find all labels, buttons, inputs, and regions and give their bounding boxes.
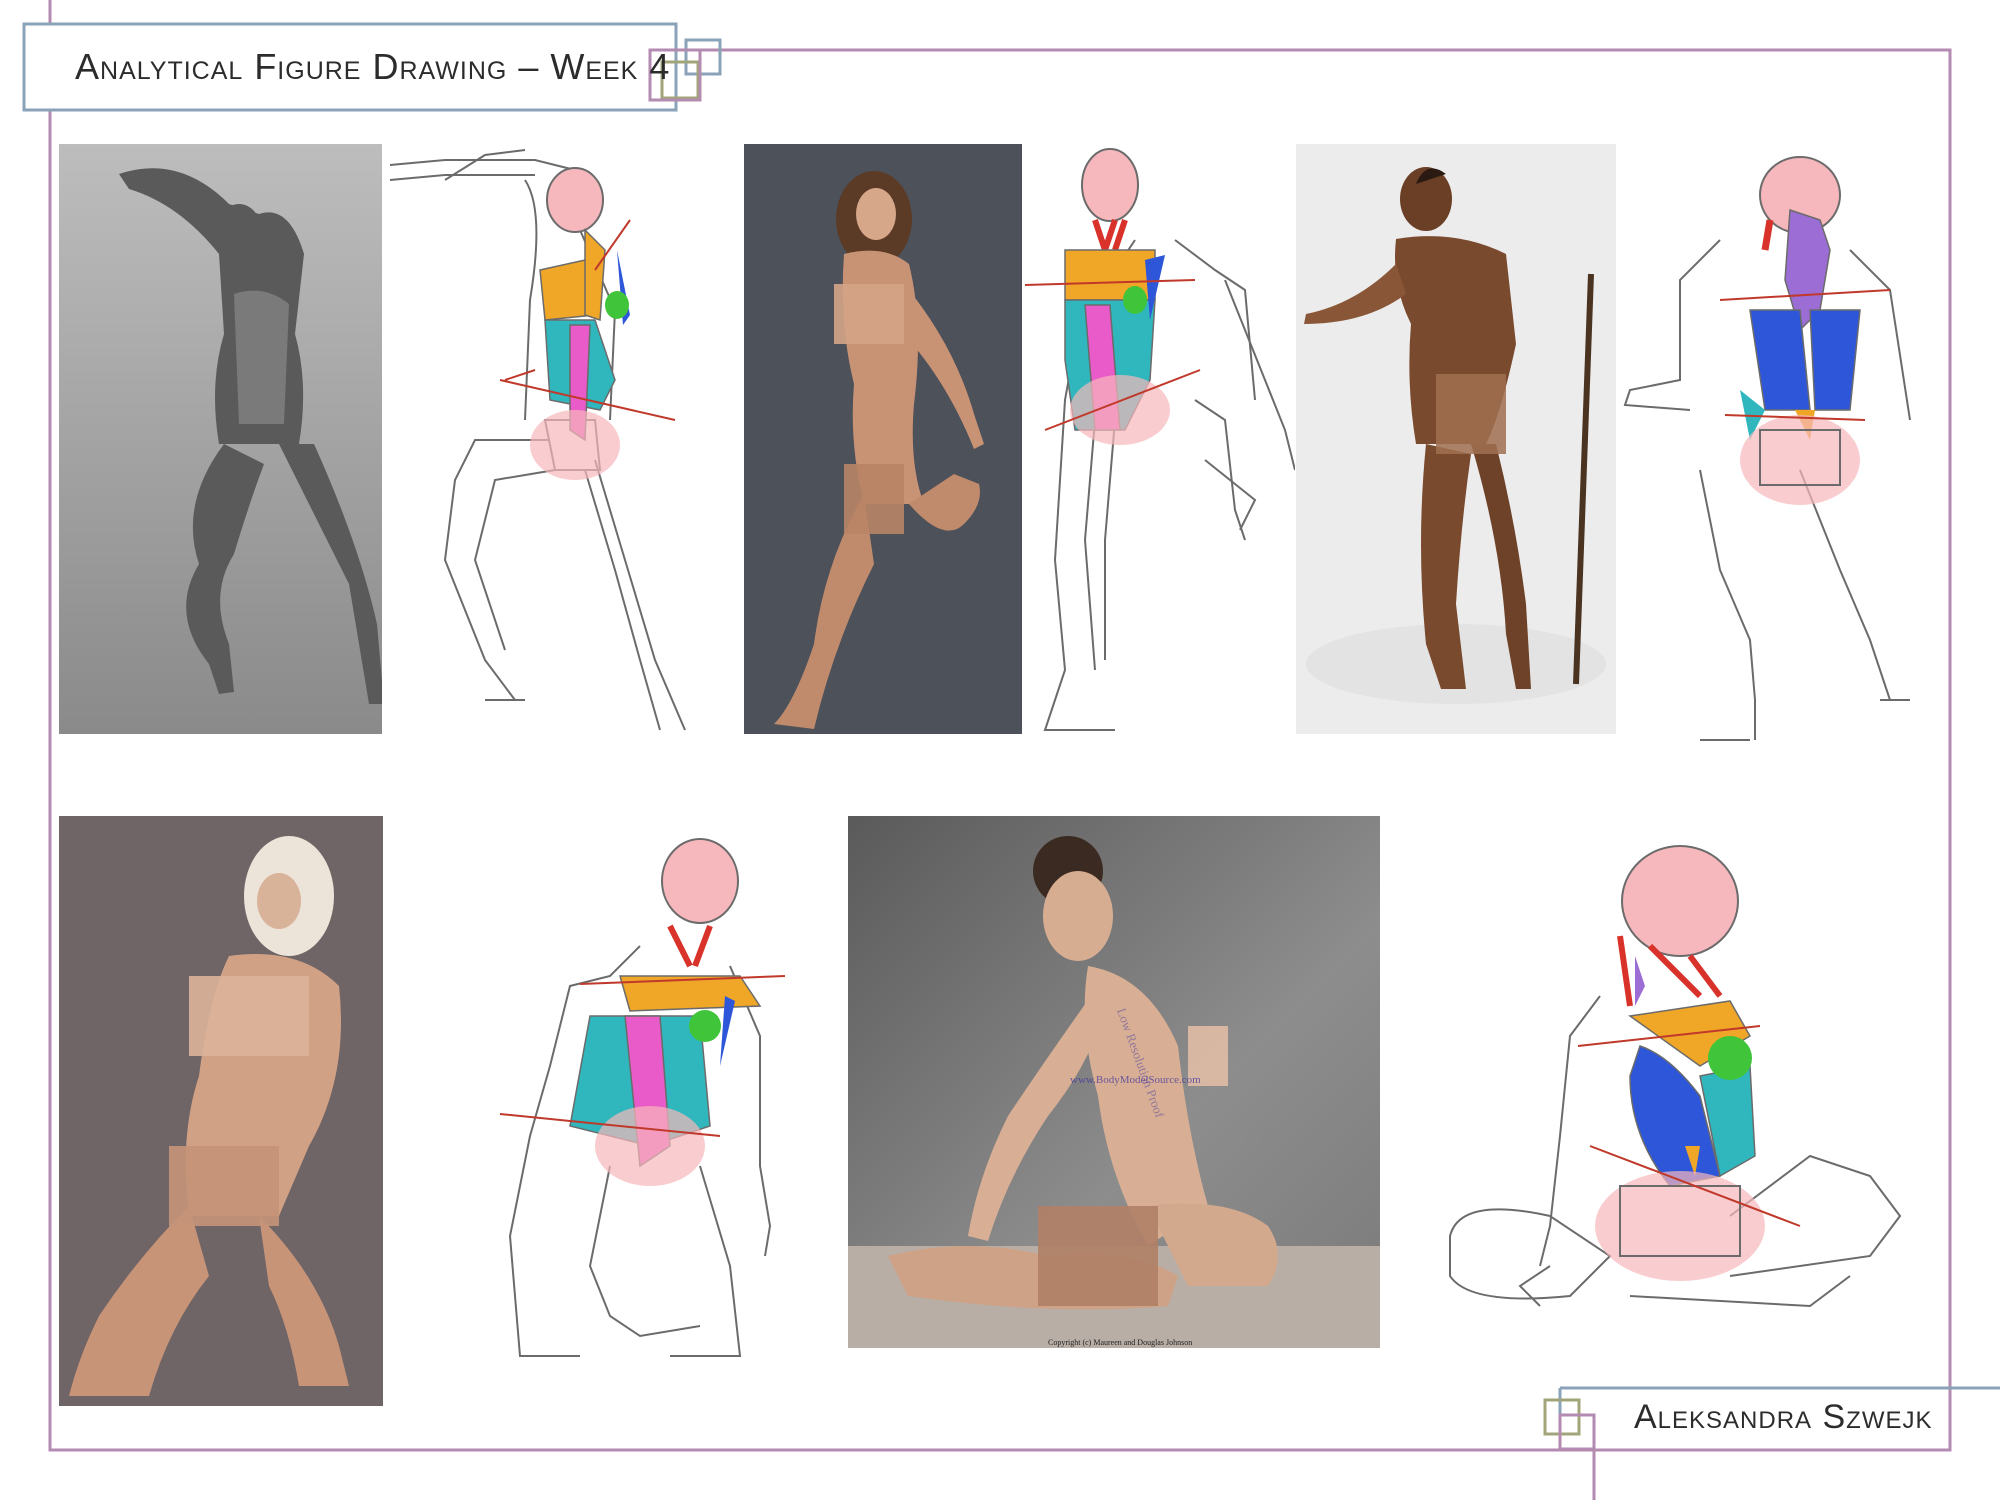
author-name: Aleksandra Szwejk <box>1634 1398 1933 1436</box>
analysis-sketch-2 <box>1024 140 1296 740</box>
analysis-sketch-1-art <box>389 149 686 731</box>
analysis-sketch-1 <box>385 140 735 740</box>
page-title: Analytical Figure Drawing – Week 4 <box>75 46 671 87</box>
analysis-sketch-2-art <box>1024 148 1296 731</box>
analysis-sketch-3-art <box>1623 156 1911 741</box>
deco-square-purple-bottom <box>1558 1413 1596 1451</box>
deco-square-blue <box>684 38 722 76</box>
reference-photo-dancer-art <box>59 144 382 734</box>
watermark-site: www.BodyModelSource.com <box>1070 1074 1201 1086</box>
analysis-sketch-5-art <box>1449 845 1902 1308</box>
analysis-sketch-5 <box>1430 836 1920 1326</box>
watermark-copyright: Copyright (c) Maureen and Douglas Johnso… <box>1048 1338 1193 1347</box>
reference-photo-woman-standing <box>744 144 1022 734</box>
reference-photo-man-staff-art <box>1296 144 1616 734</box>
analysis-sketch-3 <box>1620 140 1940 750</box>
reference-photo-woman-standing-art <box>744 144 1022 734</box>
analysis-sketch-4-art <box>499 838 786 1357</box>
reference-photo-woman-seated: Low Resolution Proof www.BodyModelSource… <box>848 816 1380 1348</box>
analysis-sketch-4 <box>490 836 790 1376</box>
reference-photo-dancer <box>59 144 382 734</box>
reference-photo-woman-kneeling <box>59 816 383 1406</box>
deco-square-olive-bottom <box>1543 1398 1581 1436</box>
reference-photo-man-staff <box>1296 144 1616 734</box>
reference-photo-woman-kneeling-art <box>59 816 383 1406</box>
